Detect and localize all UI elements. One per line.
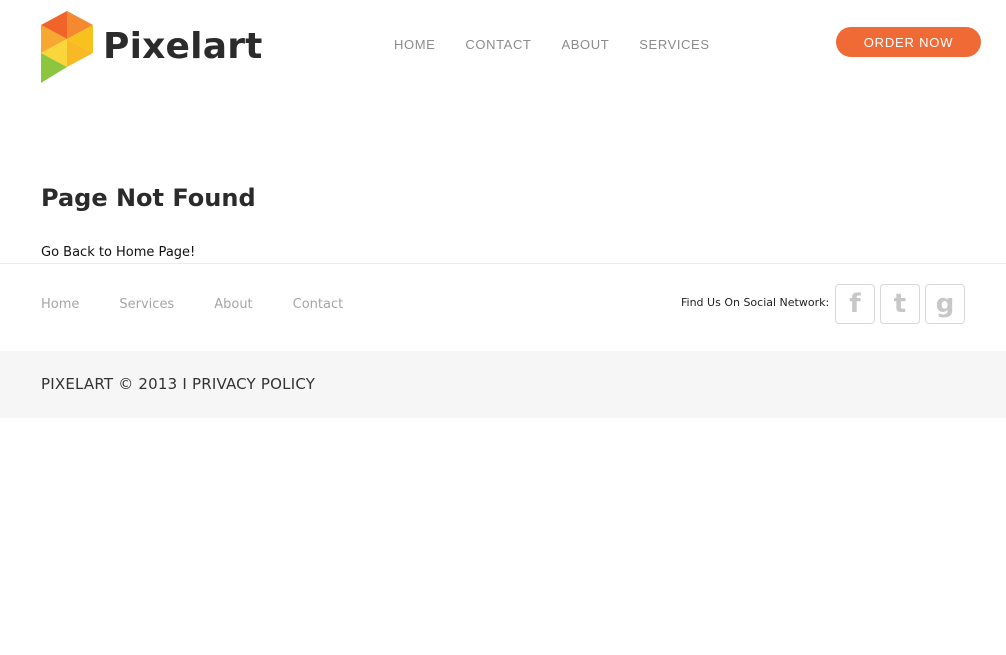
twitter-button[interactable]: t: [880, 284, 920, 324]
logo[interactable]: Pixelart: [41, 11, 262, 85]
footer-nav-home[interactable]: Home: [41, 297, 79, 313]
nav-services[interactable]: SERVICES: [639, 37, 709, 53]
footer-nav-services[interactable]: Services: [119, 297, 174, 313]
footer-nav-contact[interactable]: Contact: [293, 297, 344, 313]
page-title: Page Not Found: [41, 184, 256, 212]
pixelart-logo-icon: [41, 11, 93, 83]
facebook-button[interactable]: f: [835, 284, 875, 324]
footer-nav-bar: Home Services About Contact Find Us On S…: [0, 263, 1006, 352]
nav-contact[interactable]: CONTACT: [465, 37, 531, 53]
nav-about[interactable]: ABOUT: [561, 37, 609, 53]
copyright-bar: PIXELART © 2013 I PRIVACY POLICY: [0, 351, 1006, 418]
facebook-icon: f: [849, 289, 861, 319]
back-home-link[interactable]: Go Back to Home Page!: [41, 245, 195, 261]
google-plus-icon: g: [935, 289, 955, 319]
footer-nav-about[interactable]: About: [214, 297, 252, 313]
google-plus-button[interactable]: g: [925, 284, 965, 324]
nav-home[interactable]: HOME: [394, 37, 435, 53]
order-now-button[interactable]: ORDER NOW: [836, 27, 981, 57]
logo-text: Pixelart: [103, 26, 263, 67]
social-label: Find Us On Social Network:: [681, 296, 830, 309]
main-nav: HOME CONTACT ABOUT SERVICES: [394, 37, 740, 53]
twitter-icon: t: [893, 289, 907, 319]
copyright-text: PIXELART © 2013 I PRIVACY POLICY: [41, 375, 316, 393]
site-header: Pixelart HOME CONTACT ABOUT SERVICES ORD…: [0, 0, 1006, 100]
footer-nav: Home Services About Contact: [41, 297, 383, 313]
